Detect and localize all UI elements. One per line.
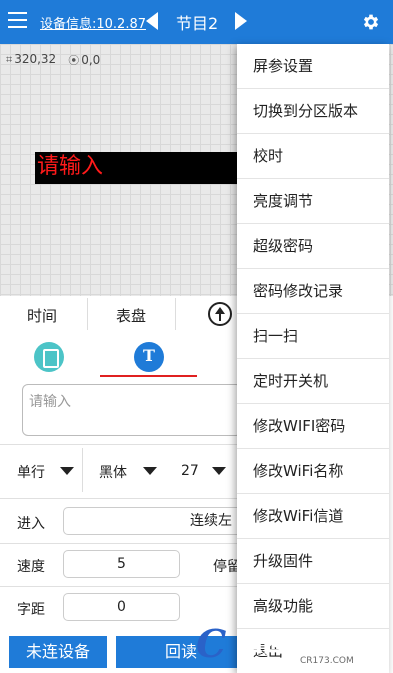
menu-item-switch-partition[interactable]: 切换到分区版本 [237, 89, 389, 134]
menu-item-scan[interactable]: 扫一扫 [237, 314, 389, 359]
grid-size-icon: ⌗ [6, 53, 13, 66]
menu-item-brightness[interactable]: 亮度调节 [237, 179, 389, 224]
tab-dial[interactable]: 表盘 [116, 305, 146, 326]
size-readout: ⌗ 320,32 [6, 52, 56, 68]
watermark-brand: 西西软件园 [242, 632, 347, 657]
tab-divider [175, 298, 176, 330]
text-icon[interactable]: T [134, 342, 164, 372]
speed-label: 速度 [17, 559, 45, 575]
watermark: C 西西软件园 CR173.COM [196, 622, 393, 672]
watermark-url: CR173.COM [300, 656, 354, 666]
menu-item-wifi-channel[interactable]: 修改WiFi信道 [237, 494, 389, 539]
settings-dropdown-menu: 屏参设置 切换到分区版本 校时 亮度调节 超级密码 密码修改记录 扫一扫 定时开… [237, 44, 389, 673]
speed-input[interactable]: 5 [63, 550, 180, 578]
font-size-select[interactable]: 27 [181, 463, 199, 479]
led-text: 请输入 [37, 154, 104, 179]
menu-item-wifi-password[interactable]: 修改WIFI密码 [237, 404, 389, 449]
active-tab-underline [100, 375, 197, 377]
position-readout: ⦿ 0,0 [68, 52, 100, 68]
gear-icon[interactable] [361, 12, 381, 32]
next-program-icon[interactable] [235, 12, 247, 30]
tab-divider [87, 298, 88, 330]
menu-item-wifi-name[interactable]: 修改WiFi名称 [237, 449, 389, 494]
menu-item-password-history[interactable]: 密码修改记录 [237, 269, 389, 314]
text-content-input[interactable]: 请输入 [22, 384, 242, 436]
device-info-link[interactable]: 设备信息:10.2.87 [40, 13, 146, 32]
menu-item-time-sync[interactable]: 校时 [237, 134, 389, 179]
spacing-input[interactable]: 0 [63, 593, 180, 621]
chevron-down-icon[interactable] [143, 467, 157, 475]
top-bar: 设备信息:10.2.87 节目2 [0, 0, 393, 44]
divider [82, 448, 83, 492]
menu-item-upgrade-firmware[interactable]: 升级固件 [237, 539, 389, 584]
chevron-down-icon[interactable] [212, 467, 226, 475]
coordinate-readout: ⌗ 320,32 ⦿ 0,0 [6, 52, 100, 68]
menu-item-timed-power[interactable]: 定时开关机 [237, 359, 389, 404]
previous-program-icon[interactable] [146, 12, 158, 30]
location-pin-icon: ⦿ [68, 54, 80, 67]
divider [0, 498, 240, 499]
enter-effect-select[interactable]: 连续左 [63, 507, 263, 535]
not-connected-button[interactable]: 未连设备 [9, 636, 107, 668]
size-value: 320,32 [14, 52, 57, 66]
divider [0, 543, 240, 544]
tab-time[interactable]: 时间 [27, 305, 57, 326]
font-select[interactable]: 黑体 [99, 462, 127, 482]
spacing-label: 字距 [17, 602, 45, 618]
enter-effect-label: 进入 [17, 516, 45, 532]
watermark-logo: C [196, 621, 227, 666]
line-mode-select[interactable]: 单行 [17, 462, 45, 482]
arrow-up-circle-icon[interactable] [208, 302, 232, 326]
document-icon[interactable] [34, 342, 64, 372]
divider [0, 586, 240, 587]
divider [0, 444, 240, 445]
chevron-down-icon[interactable] [60, 467, 74, 475]
position-value: 0,0 [81, 53, 101, 67]
menu-item-screen-params[interactable]: 屏参设置 [237, 44, 389, 89]
menu-item-super-password[interactable]: 超级密码 [237, 224, 389, 269]
program-title: 节目2 [176, 14, 219, 33]
menu-icon[interactable] [8, 12, 27, 28]
app-screen: 设备信息:10.2.87 节目2 ⌗ 320,32 ⦿ 0,0 请输入 时间 表盘 … [0, 0, 393, 673]
